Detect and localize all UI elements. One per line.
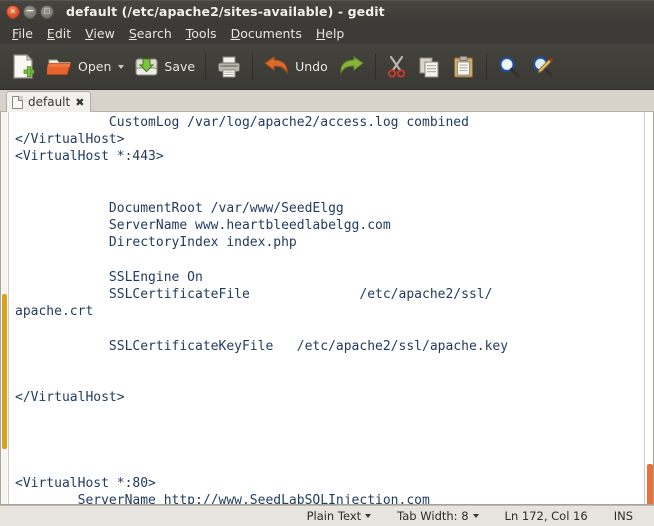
close-button[interactable]: ✕ <box>6 4 20 19</box>
menu-view-rest: iew <box>93 25 115 41</box>
minimize-button[interactable]: − <box>23 3 37 19</box>
tab-bar: default ✖ <box>0 90 654 112</box>
menu-edit-mnemonic: E <box>46 25 55 41</box>
file-content[interactable]: CustomLog /var/log/apache2/access.log co… <box>9 114 653 504</box>
menu-view[interactable]: View <box>78 25 122 42</box>
menu-edit-rest: dit <box>54 25 72 41</box>
undo-button-label: Undo <box>295 59 328 74</box>
paste-clipboard-icon <box>453 55 473 77</box>
minimize-icon: − <box>25 3 35 17</box>
chevron-down-icon[interactable] <box>472 514 479 518</box>
menu-tools[interactable]: Tools <box>179 25 224 42</box>
language-label: Plain Text <box>306 509 362 523</box>
document-icon <box>12 95 23 109</box>
tab-close-icon[interactable]: ✖ <box>75 97 84 108</box>
left-scrollbar-thumb[interactable] <box>2 294 7 449</box>
find-replace-icon <box>532 55 554 76</box>
undo-button[interactable]: Undo <box>258 48 333 86</box>
close-icon: ✕ <box>9 6 17 16</box>
text-view[interactable]: CustomLog /var/log/apache2/access.log co… <box>9 112 653 504</box>
cursor-position: Ln 172, Col 16 <box>492 509 601 523</box>
toolbar-separator-1 <box>205 53 207 80</box>
chevron-down-icon[interactable] <box>118 64 125 69</box>
menu-search[interactable]: Search <box>122 25 179 42</box>
menu-documents-rest: ocuments <box>240 25 302 41</box>
maximize-button[interactable]: □ <box>40 4 54 19</box>
print-icon <box>218 56 241 77</box>
paste-button[interactable] <box>447 48 481 86</box>
menu-file[interactable]: File <box>5 25 40 42</box>
save-button[interactable]: Save <box>129 48 200 86</box>
new-document-icon <box>13 53 35 79</box>
menu-bar: File Edit View Search Tools Documents He… <box>0 22 654 44</box>
find-button[interactable] <box>492 48 526 86</box>
redo-arrow-icon <box>340 55 364 75</box>
replace-button[interactable] <box>526 48 560 86</box>
save-icon <box>135 57 158 76</box>
menu-documents-mnemonic: D <box>230 25 241 41</box>
insert-mode-label: INS <box>613 509 633 523</box>
copy-button[interactable] <box>413 48 447 86</box>
toolbar-separator-2 <box>252 53 254 80</box>
print-button[interactable] <box>211 48 247 86</box>
redo-button[interactable] <box>333 48 370 86</box>
toolbar-separator-4 <box>485 53 487 80</box>
window-controls: ✕ − □ <box>6 3 54 19</box>
scissors-icon <box>387 55 405 78</box>
menu-file-rest: ile <box>18 25 33 41</box>
menu-help-mnemonic: H <box>315 25 326 41</box>
tab-default[interactable]: default ✖ <box>6 91 92 112</box>
undo-arrow-icon <box>264 55 288 75</box>
open-button[interactable]: Open <box>42 48 129 86</box>
menu-help[interactable]: Help <box>309 25 352 42</box>
open-button-label: Open <box>78 59 112 74</box>
chevron-down-icon[interactable] <box>365 514 372 518</box>
left-vertical-scrollbar[interactable] <box>1 112 9 504</box>
menu-search-mnemonic: S <box>128 25 137 41</box>
tab-default-label: default <box>28 95 71 109</box>
editor-area: CustomLog /var/log/apache2/access.log co… <box>0 112 654 505</box>
status-bar: Plain Text Tab Width: 8 Ln 172, Col 16 I… <box>0 505 654 526</box>
copy-icon <box>419 57 439 77</box>
open-folder-icon <box>47 59 72 75</box>
window-title: default (/etc/apache2/sites-available) -… <box>66 4 385 19</box>
insert-mode: INS <box>601 509 646 523</box>
menu-edit[interactable]: Edit <box>40 25 78 42</box>
title-bar: ✕ − □ default (/etc/apache2/sites-availa… <box>0 0 654 22</box>
toolbar: Open Save Undo <box>0 44 654 90</box>
tab-width-selector[interactable]: Tab Width: 8 <box>384 509 491 523</box>
tab-width-label: Tab Width: 8 <box>397 509 469 523</box>
cut-button[interactable] <box>381 48 413 86</box>
right-scrollbar-thumb[interactable] <box>647 464 653 504</box>
right-vertical-scrollbar[interactable] <box>644 112 653 504</box>
language-selector[interactable]: Plain Text <box>294 509 385 523</box>
gedit-window: ✕ − □ default (/etc/apache2/sites-availa… <box>0 0 654 526</box>
save-button-label: Save <box>164 59 196 74</box>
menu-search-rest: earch <box>136 25 172 41</box>
magnifier-icon <box>499 56 520 77</box>
menu-tools-rest: ools <box>191 25 217 41</box>
maximize-icon: □ <box>43 7 51 15</box>
cursor-position-label: Ln 172, Col 16 <box>504 509 588 523</box>
menu-help-rest: elp <box>325 25 345 41</box>
toolbar-separator-3 <box>374 53 376 80</box>
menu-documents[interactable]: Documents <box>224 25 309 42</box>
new-document-button[interactable] <box>6 48 42 86</box>
